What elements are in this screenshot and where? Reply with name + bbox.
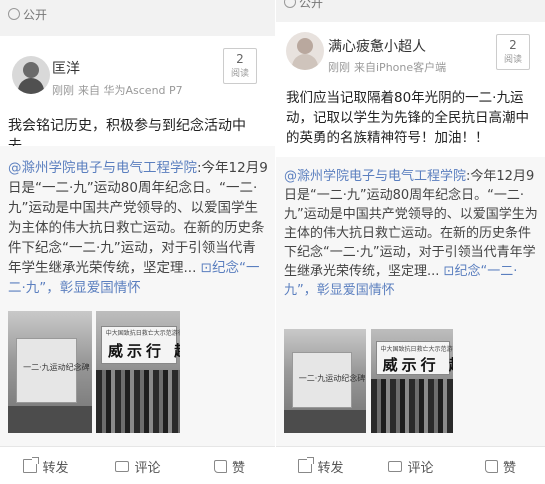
username[interactable]: 匡洋 xyxy=(52,58,80,78)
monument-inscription: 一二·九运动纪念碑 xyxy=(23,363,90,373)
quoted-post[interactable]: @滁州学院电子与电气工程学院:今年12月9日是“一二·九”运动80周年纪念日。“… xyxy=(276,157,545,446)
repost-icon xyxy=(23,457,40,473)
globe-icon xyxy=(8,8,20,20)
comment-button[interactable]: 评论 xyxy=(366,447,456,484)
globe-icon xyxy=(284,0,296,8)
banner-big-text: 威示行 趣 xyxy=(107,341,180,360)
like-button[interactable]: 赞 xyxy=(184,447,275,484)
photo-monument[interactable]: 一二·九运动纪念碑 xyxy=(8,311,92,433)
mention-link[interactable]: @滁州学院电子与电气工程学院 xyxy=(8,160,197,176)
post-source: 来自iPhone客户端 xyxy=(354,61,447,74)
photo-rally-banner[interactable]: 中大国致抗日救亡大示范游行 威示行 趣 xyxy=(96,311,180,433)
quoted-text: @滁州学院电子与电气工程学院:今年12月9日是“一二·九”运动80周年纪念日。“… xyxy=(284,167,538,300)
repost-button[interactable]: 转发 xyxy=(0,447,92,484)
avatar[interactable] xyxy=(286,32,324,70)
read-label: 阅读 xyxy=(230,69,249,79)
comment-icon xyxy=(115,460,130,472)
quoted-post[interactable]: @滁州学院电子与电气工程学院:今年12月9日是“一二·九”运动80周年纪念日。“… xyxy=(0,146,275,446)
weibo-post-panel-left: 公开 匡洋 刚刚 来自 华为Ascend P7 2 阅读 我会铭记历史，积极参与到… xyxy=(0,0,275,484)
photo-rally-banner[interactable]: 中大国致抗日救亡大示范游行 威示行 趣 xyxy=(371,329,453,433)
banner-small-text: 中大国致抗日救亡大示范游行 xyxy=(380,345,454,353)
read-count-badge: 2 阅读 xyxy=(496,34,530,70)
mention-link[interactable]: @滁州学院电子与电气工程学院 xyxy=(284,169,466,184)
post-time: 刚刚 xyxy=(328,61,350,74)
action-bar: 转发 评论 赞 xyxy=(0,446,275,484)
privacy-indicator: 公开 xyxy=(8,6,47,23)
like-button[interactable]: 赞 xyxy=(456,447,545,484)
repost-label: 转发 xyxy=(317,460,344,476)
read-count: 2 xyxy=(509,38,517,52)
post-meta: 刚刚 来自iPhone客户端 xyxy=(328,59,450,75)
post-text: 我们应当记取隔着80年光阴的一二·九运动，记取以学生为先锋的全民抗日高潮中的英勇… xyxy=(286,90,529,146)
post-meta: 刚刚 来自 华为Ascend P7 xyxy=(52,82,187,98)
banner-small-text: 中大国致抗日救亡大示范游行 xyxy=(105,330,180,338)
quoted-body: :今年12月9日是“一二·九”运动80周年纪念日。“一二·九”运动是中国共产党领… xyxy=(284,169,538,279)
like-label: 赞 xyxy=(231,460,245,476)
post-time: 刚刚 xyxy=(52,84,74,97)
comment-button[interactable]: 评论 xyxy=(92,447,184,484)
read-label: 阅读 xyxy=(503,55,522,65)
banner-big-text: 威示行 趣 xyxy=(382,355,453,374)
photo-monument[interactable]: 一二·九运动纪念碑 xyxy=(284,329,366,433)
like-icon xyxy=(484,459,498,473)
repost-button[interactable]: 转发 xyxy=(276,447,366,484)
repost-label: 转发 xyxy=(42,460,69,476)
like-icon xyxy=(213,459,227,473)
comment-icon xyxy=(388,460,403,472)
comment-label: 评论 xyxy=(134,460,161,476)
avatar[interactable] xyxy=(12,56,50,94)
privacy-label: 公开 xyxy=(299,0,324,10)
monument-inscription: 一二·九运动纪念碑 xyxy=(298,373,366,383)
privacy-indicator: 公开 xyxy=(284,0,323,11)
privacy-label: 公开 xyxy=(23,8,48,22)
username[interactable]: 满心疲惫小超人 xyxy=(328,36,426,56)
quoted-text: @滁州学院电子与电气工程学院:今年12月9日是“一二·九”运动80周年纪念日。“… xyxy=(8,158,268,298)
weibo-post-panel-right: 公开 满心疲惫小超人 刚刚 来自iPhone客户端 2 阅读 我们应当记取隔着80… xyxy=(276,0,545,484)
comment-label: 评论 xyxy=(407,460,434,476)
post-source: 来自 华为Ascend P7 xyxy=(78,84,183,97)
post-card: 匡洋 刚刚 来自 华为Ascend P7 2 阅读 我会铭记历史，积极参与到纪念活… xyxy=(0,36,275,154)
repost-icon xyxy=(298,457,315,473)
like-label: 赞 xyxy=(502,460,516,476)
read-count: 2 xyxy=(236,52,244,66)
action-bar: 转发 评论 赞 xyxy=(276,446,545,484)
post-card: 满心疲惫小超人 刚刚 来自iPhone客户端 2 阅读 我们应当记取隔着80年光阴… xyxy=(276,22,545,157)
quoted-body: :今年12月9日是“一二·九”运动80周年纪念日。“一二·九”运动是中国共产党领… xyxy=(8,160,268,276)
read-count-badge: 2 阅读 xyxy=(223,48,257,84)
